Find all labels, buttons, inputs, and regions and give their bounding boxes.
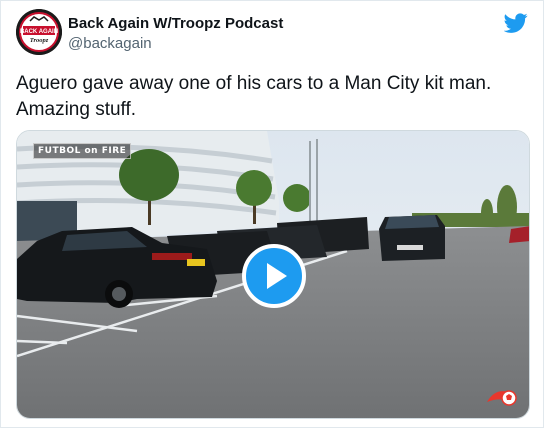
channel-logo-icon	[487, 390, 517, 406]
video-player[interactable]: FUTBOL on FIRE	[16, 130, 530, 419]
tweet-text-line: Aguero gave away one of his cars to a Ma…	[16, 73, 492, 94]
video-channel-label: FUTBOL on FIRE	[33, 143, 132, 159]
avatar-bottom-text: Troopz	[30, 37, 49, 44]
play-icon[interactable]	[246, 248, 302, 304]
avatar[interactable]: BACK AGAIN Troopz	[16, 9, 62, 55]
display-name[interactable]: Back Again W/Troopz Podcast	[68, 15, 283, 32]
tweet-card[interactable]: BACK AGAIN Troopz Back Again W/Troopz Po…	[0, 0, 544, 428]
user-handle[interactable]: @backagain	[68, 35, 152, 52]
tweet-text: Aguero gave away one of his cars to a Ma…	[16, 71, 531, 123]
twitter-bird-icon[interactable]	[504, 11, 528, 35]
avatar-top-text: BACK AGAIN	[20, 29, 58, 35]
play-button[interactable]	[242, 244, 306, 308]
avatar-logo: BACK AGAIN Troopz	[16, 9, 62, 55]
tweet-text-line: Amazing stuff.	[16, 99, 137, 120]
